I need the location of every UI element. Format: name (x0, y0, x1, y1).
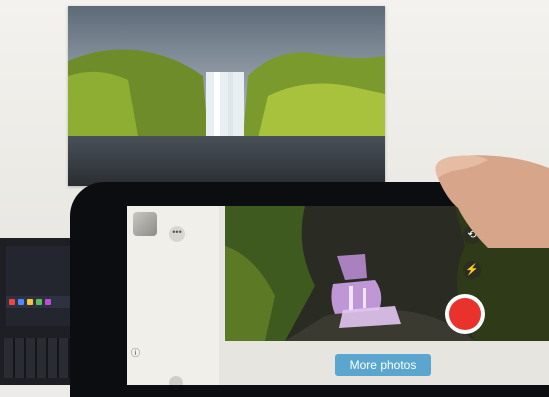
taskbar-icon (18, 299, 24, 305)
laptop-taskbar (6, 296, 73, 308)
laptop-screen (6, 246, 70, 326)
taskbar-icon (9, 299, 15, 305)
laptop (0, 238, 80, 385)
taskbar-icon (27, 299, 33, 305)
left-panel: ••• ⓘ (127, 206, 219, 385)
thumbnail-image[interactable] (133, 212, 157, 236)
flash-icon[interactable]: ⚡ (463, 261, 481, 279)
laptop-keyboard (4, 338, 74, 378)
waterfall-poster (68, 6, 385, 186)
taskbar-icon (36, 299, 42, 305)
hand (418, 148, 549, 248)
record-button[interactable] (445, 294, 485, 334)
info-icon[interactable]: ⓘ (131, 346, 141, 358)
record-button-fill (449, 298, 481, 330)
more-photos-button[interactable]: More photos (335, 354, 431, 376)
share-icon[interactable] (169, 376, 183, 385)
more-dots-icon[interactable]: ••• (169, 226, 185, 242)
taskbar-icon (45, 299, 51, 305)
